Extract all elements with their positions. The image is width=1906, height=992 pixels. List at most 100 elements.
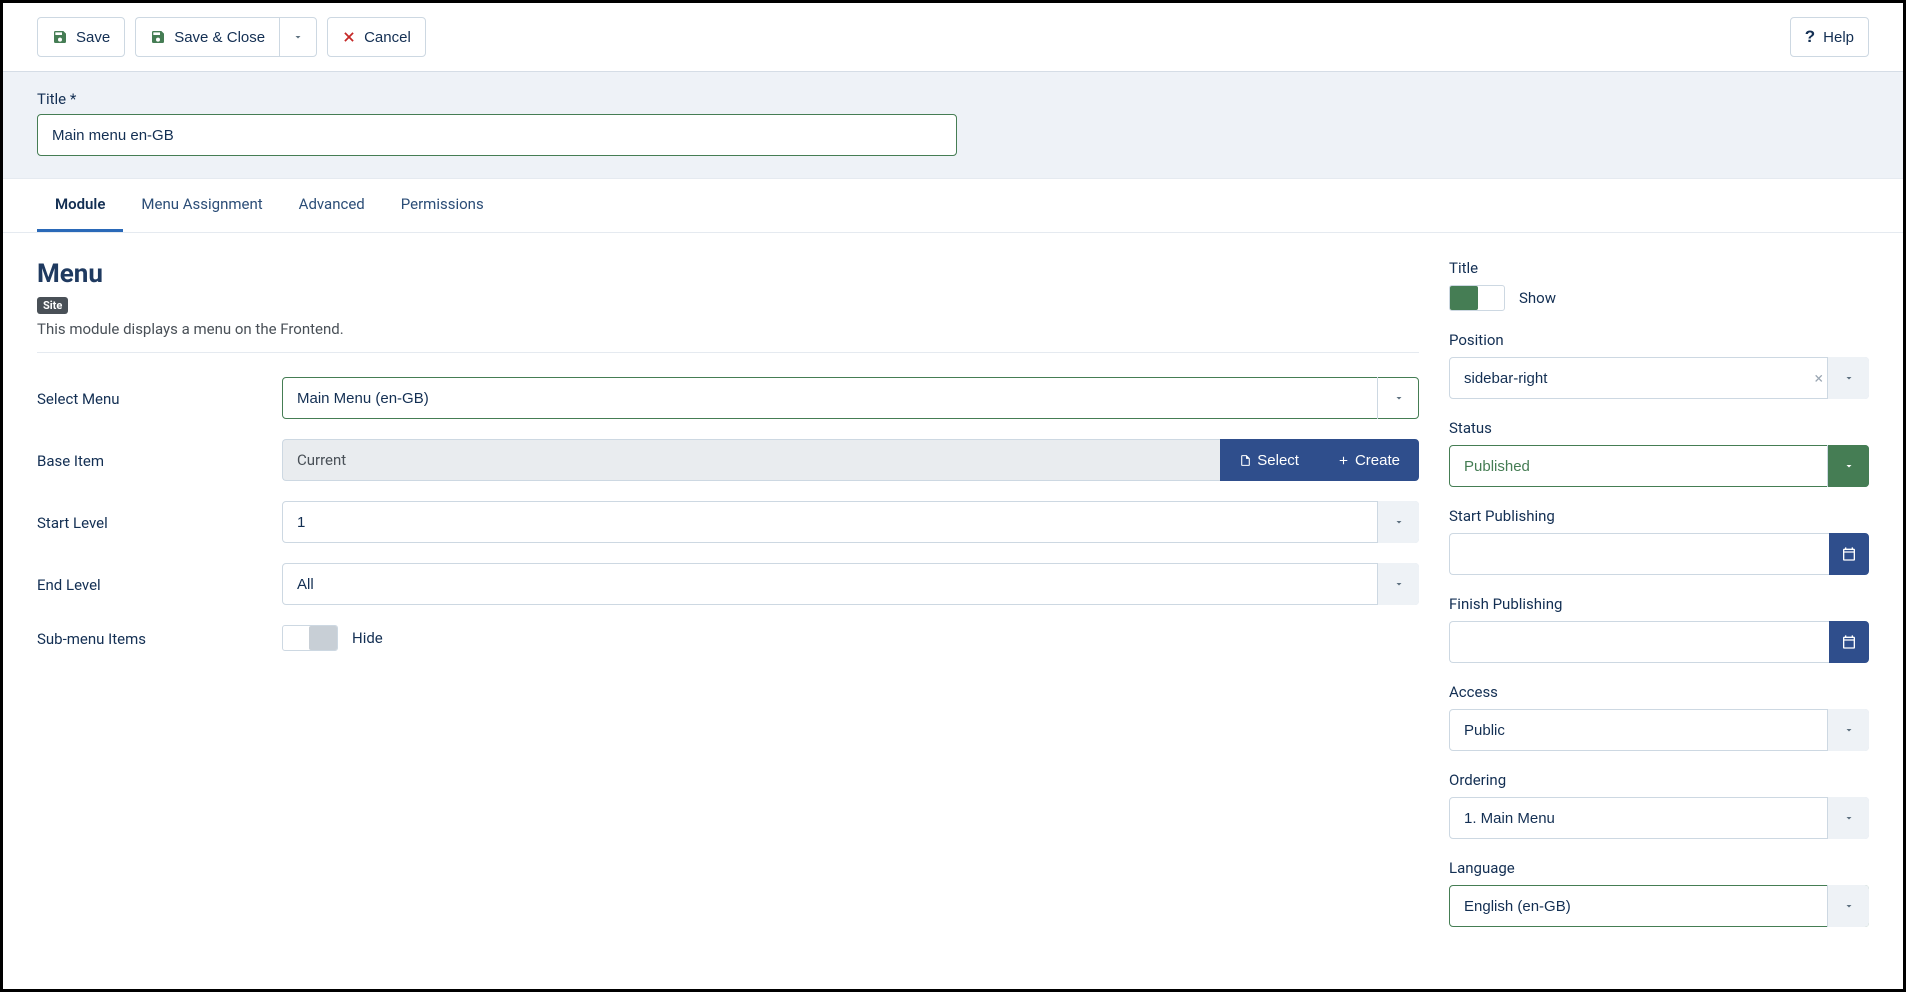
finish-pub-calendar-button[interactable] [1829,621,1869,663]
toolbar-right: ? Help [1790,17,1869,57]
side-status-group: Status [1449,419,1869,487]
submenu-toggle[interactable]: Hide [282,625,1419,651]
tabs: Module Menu Assignment Advanced Permissi… [3,179,1903,233]
side-start-publishing-group: Start Publishing [1449,507,1869,575]
toggle-knob [1450,286,1478,310]
cancel-button[interactable]: Cancel [327,17,426,57]
help-label: Help [1823,29,1854,46]
side-access-group: Access [1449,683,1869,751]
language-value[interactable] [1449,885,1869,927]
title-toggle-value: Show [1519,289,1556,307]
row-select-menu: Select Menu [37,377,1419,419]
ordering-field[interactable] [1449,797,1869,839]
ordering-label: Ordering [1449,771,1869,789]
side-position-group: Position × [1449,331,1869,399]
tab-advanced[interactable]: Advanced [281,179,383,232]
title-area: Title * [3,72,1903,179]
help-icon: ? [1805,27,1815,47]
language-field[interactable] [1449,885,1869,927]
end-level-field[interactable] [282,563,1419,605]
start-pub-input[interactable] [1449,533,1829,575]
tab-permissions[interactable]: Permissions [383,179,502,232]
close-icon [342,30,356,44]
submenu-label: Sub-menu Items [37,628,282,648]
status-value[interactable] [1449,445,1869,487]
side-ordering-group: Ordering [1449,771,1869,839]
base-item-label: Base Item [37,450,282,470]
start-level-field[interactable] [282,501,1419,543]
save-button[interactable]: Save [37,17,125,57]
toolbar: Save Save & Close Cancel ? He [3,3,1903,72]
title-toggle[interactable]: Show [1449,285,1869,311]
help-button[interactable]: ? Help [1790,17,1869,57]
side-title-group: Title Show [1449,259,1869,311]
select-menu-value[interactable] [282,377,1419,419]
create-btn-label: Create [1355,452,1400,469]
title-label: Title * [37,90,1869,108]
calendar-icon [1841,546,1857,562]
base-item-value: Current [282,439,1220,481]
row-submenu: Sub-menu Items Hide [37,625,1419,651]
toggle-track[interactable] [1449,285,1505,311]
access-value[interactable] [1449,709,1869,751]
section-title: Menu [37,259,1419,289]
cancel-label: Cancel [364,29,411,46]
position-value[interactable] [1449,357,1869,399]
clear-icon[interactable]: × [1814,369,1823,388]
select-menu-field[interactable] [282,377,1419,419]
calendar-icon [1841,634,1857,650]
form-main: Menu Site This module displays a menu on… [37,259,1419,947]
finish-pub-input[interactable] [1449,621,1829,663]
finish-pub-label: Finish Publishing [1449,595,1869,613]
row-base-item: Base Item Current Select Create [37,439,1419,481]
end-level-value[interactable] [282,563,1419,605]
side-title-label: Title [1449,259,1869,277]
save-close-dropdown[interactable] [279,17,317,57]
save-close-button[interactable]: Save & Close [135,17,279,57]
start-pub-field [1449,533,1869,575]
end-level-label: End Level [37,574,282,594]
save-close-group: Save & Close [135,17,317,57]
plus-icon [1337,454,1350,467]
toggle-track[interactable] [282,625,338,651]
file-icon [1239,454,1252,467]
finish-pub-field [1449,621,1869,663]
start-level-value[interactable] [282,501,1419,543]
row-start-level: Start Level [37,501,1419,543]
status-label: Status [1449,419,1869,437]
title-input[interactable] [37,114,957,156]
language-label: Language [1449,859,1869,877]
start-pub-label: Start Publishing [1449,507,1869,525]
base-item-create-button[interactable]: Create [1318,439,1419,481]
start-level-label: Start Level [37,512,282,532]
ordering-value[interactable] [1449,797,1869,839]
access-field[interactable] [1449,709,1869,751]
position-label: Position [1449,331,1869,349]
row-end-level: End Level [37,563,1419,605]
site-badge: Site [37,297,68,314]
submenu-value: Hide [352,629,383,647]
chevron-down-icon [292,31,304,43]
toolbar-left: Save Save & Close Cancel [37,17,426,57]
base-item-select-button[interactable]: Select [1220,439,1318,481]
status-field[interactable] [1449,445,1869,487]
form-body: Menu Site This module displays a menu on… [3,233,1903,973]
access-label: Access [1449,683,1869,701]
save-icon [52,29,68,45]
section-divider [37,352,1419,353]
select-menu-label: Select Menu [37,388,282,408]
save-close-label: Save & Close [174,29,265,46]
start-pub-calendar-button[interactable] [1829,533,1869,575]
base-item-field: Current Select Create [282,439,1419,481]
section-description: This module displays a menu on the Front… [37,320,1419,338]
position-field[interactable]: × [1449,357,1869,399]
tab-module[interactable]: Module [37,179,123,232]
select-btn-label: Select [1257,452,1299,469]
side-language-group: Language [1449,859,1869,927]
save-label: Save [76,29,110,46]
side-finish-publishing-group: Finish Publishing [1449,595,1869,663]
save-icon [150,29,166,45]
tab-menu-assignment[interactable]: Menu Assignment [123,179,280,232]
form-side: Title Show Position × Status [1449,259,1869,947]
toggle-knob [309,626,337,650]
